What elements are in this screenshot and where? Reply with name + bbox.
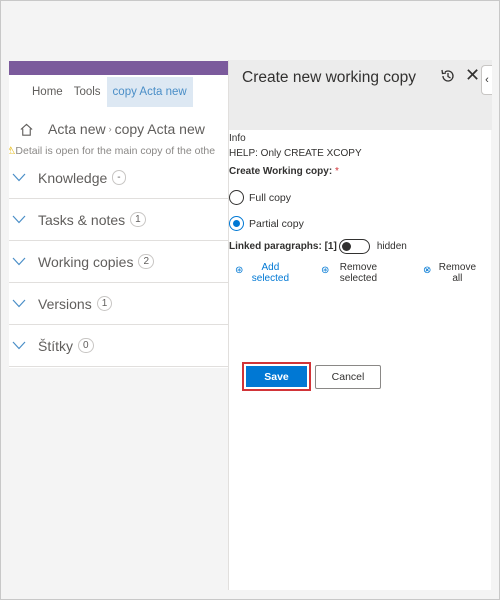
section-label: Working copies	[38, 253, 134, 270]
count-badge: 1	[96, 296, 113, 311]
nav-tools[interactable]: Tools	[74, 86, 101, 98]
tab-copy-acta-new[interactable]: copy Acta new	[106, 77, 193, 107]
save-button[interactable]: Save	[246, 366, 307, 387]
linked-paragraphs-row: Linked paragraphs: [1] hidden	[229, 239, 407, 254]
warning-text: Detail is open for the main copy of the …	[15, 145, 216, 157]
radio-circle-selected[interactable]	[229, 216, 244, 231]
section-label: Versions	[38, 295, 92, 312]
radio-circle[interactable]	[229, 190, 244, 205]
top-background	[9, 8, 491, 60]
section-stitky[interactable]: Štítky 0	[9, 325, 229, 367]
remove-circle-icon: ⊗	[423, 265, 432, 276]
section-knowledge[interactable]: Knowledge -	[9, 157, 229, 199]
count-badge: -	[112, 170, 126, 185]
partial-copy-radio[interactable]: Partial copy	[229, 216, 304, 231]
breadcrumb: Acta new › copy Acta new	[19, 121, 205, 137]
remove-all-label: Remove all	[438, 262, 477, 284]
add-selected-label: Add selected	[251, 262, 290, 284]
chevron-down-icon	[12, 341, 26, 350]
count-badge: 1	[130, 212, 146, 227]
hidden-toggle[interactable]	[338, 239, 370, 254]
linked-paragraphs-label: Linked paragraphs: [1]	[229, 241, 337, 252]
home-icon[interactable]	[19, 122, 34, 137]
remove-selected-label: Remove selected	[339, 262, 378, 284]
required-marker: *	[334, 166, 339, 177]
full-copy-radio[interactable]: Full copy	[229, 190, 291, 205]
chevron-left-icon[interactable]: ‹	[481, 65, 492, 95]
top-nav: Home Tools copy Acta new	[9, 76, 193, 108]
arrow-left-circle-icon: ⊛	[321, 265, 330, 276]
sections-list: Knowledge - Tasks & notes 1 Working copi…	[9, 157, 229, 367]
section-label: Knowledge	[38, 169, 108, 186]
partial-copy-label: Partial copy	[249, 217, 304, 230]
close-icon[interactable]: ✕	[465, 66, 480, 84]
add-selected-button[interactable]: ⊛ Add selected	[235, 262, 294, 284]
create-working-copy-label: Create Working copy: *	[229, 166, 339, 177]
chevron-right-icon: ›	[108, 124, 112, 134]
help-text: HELP: Only CREATE XCOPY	[229, 148, 362, 159]
paragraph-actions: ⊛ Add selected ⊛ Remove selected ⊗ Remov…	[229, 262, 492, 290]
create-working-copy-panel: Create new working copy ✕ ‹ Info HELP: O…	[228, 60, 492, 590]
count-badge: 0	[78, 338, 94, 353]
breadcrumb-item-copy-acta-new[interactable]: copy Acta new	[115, 121, 205, 137]
remove-all-button[interactable]: ⊗ Remove all	[423, 262, 480, 284]
toggle-state-label: hidden	[376, 241, 407, 252]
section-versions[interactable]: Versions 1	[9, 283, 229, 325]
panel-header: Create new working copy ✕ ‹	[229, 60, 492, 130]
chevron-down-icon	[12, 257, 26, 266]
detail-warning: ⚠Detail is open for the main copy of the…	[9, 145, 215, 157]
section-label: Tasks & notes	[38, 211, 126, 228]
cancel-button[interactable]: Cancel	[315, 365, 381, 389]
chevron-down-icon	[12, 215, 26, 224]
nav-home[interactable]: Home	[32, 86, 63, 98]
section-tasks-notes[interactable]: Tasks & notes 1	[9, 199, 229, 241]
arrow-right-circle-icon: ⊛	[235, 265, 244, 276]
brand-bar	[9, 61, 229, 75]
breadcrumb-item-acta-new[interactable]: Acta new	[48, 121, 106, 137]
full-copy-label: Full copy	[249, 191, 292, 204]
save-button-highlight: Save	[242, 362, 311, 391]
info-label: Info	[229, 133, 246, 144]
detail-pane: Home Tools copy Acta new Acta new › copy…	[9, 61, 229, 368]
section-working-copies[interactable]: Working copies 2	[9, 241, 229, 283]
chevron-down-icon	[12, 173, 26, 182]
chevron-down-icon	[12, 299, 26, 308]
count-badge: 2	[138, 254, 155, 269]
section-label: Štítky	[38, 337, 74, 354]
history-icon[interactable]	[440, 68, 456, 84]
panel-title: Create new working copy	[242, 69, 417, 86]
remove-selected-button[interactable]: ⊛ Remove selected	[321, 262, 384, 284]
